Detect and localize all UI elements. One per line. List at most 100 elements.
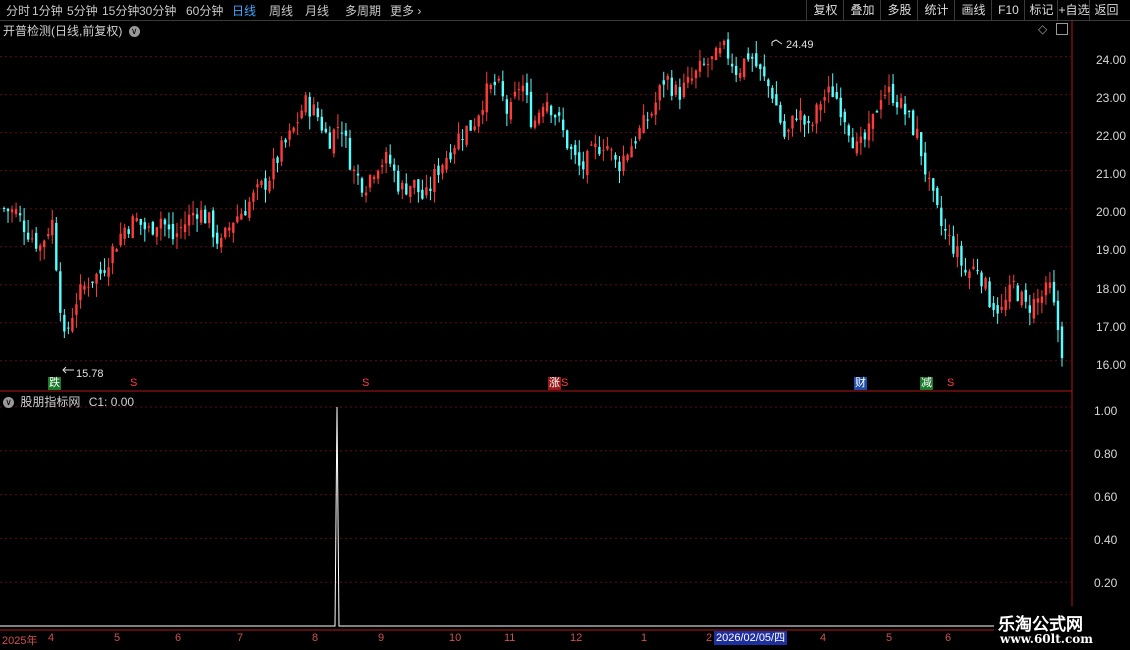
candle-body	[83, 285, 86, 290]
candle-body	[55, 222, 58, 271]
candle-body	[799, 110, 802, 121]
candle-body	[388, 154, 392, 164]
candle-body	[650, 113, 653, 116]
candle-body	[216, 232, 219, 244]
candle-body	[372, 176, 376, 180]
candle-body	[674, 84, 678, 96]
signal-marker[interactable]: S	[361, 377, 370, 390]
candle-body	[976, 270, 979, 272]
indicator-series	[0, 406, 1072, 627]
candle-body	[368, 175, 372, 188]
y-tick-label: 18.00	[1096, 282, 1127, 296]
candle-body	[738, 72, 742, 78]
candle-body	[694, 70, 698, 79]
candle-body	[501, 81, 505, 97]
candle-body	[356, 173, 360, 176]
candle-body	[533, 120, 537, 128]
candle-body	[658, 85, 661, 101]
candle-body	[827, 86, 830, 93]
candle-body	[940, 207, 943, 227]
candle-body	[95, 273, 98, 284]
candle-body	[682, 82, 686, 98]
candle-body	[835, 92, 838, 99]
candle-body	[956, 246, 959, 258]
candle-body	[863, 132, 867, 140]
candle-body	[292, 127, 295, 132]
candle-body	[690, 78, 694, 81]
candle-body	[614, 155, 617, 160]
signal-marker[interactable]: 财	[854, 377, 867, 390]
x-axis-label: 2025年	[2, 635, 38, 647]
candle-body	[143, 222, 146, 230]
candle-body	[195, 214, 199, 219]
candle-body	[722, 40, 726, 46]
x-axis-label: 4	[820, 632, 827, 644]
candle-body	[638, 128, 641, 140]
candle-body	[968, 271, 971, 279]
candle-body	[932, 178, 935, 191]
candle-body	[203, 209, 207, 224]
signal-marker[interactable]: S	[129, 377, 138, 390]
candle-body	[952, 236, 955, 254]
candle-body	[324, 128, 328, 133]
candle-body	[352, 169, 356, 172]
candle-body	[14, 209, 18, 215]
signal-marker[interactable]: S	[560, 377, 569, 390]
candle-body	[565, 130, 569, 149]
candle-body	[1048, 282, 1052, 289]
candle-body	[678, 87, 682, 100]
candle-body	[549, 105, 553, 116]
candle-body	[405, 183, 408, 195]
candle-body	[578, 152, 581, 166]
signal-marker[interactable]: 跌	[48, 377, 61, 390]
candle-body	[51, 219, 54, 236]
candle-body	[763, 66, 766, 77]
candle-body	[336, 127, 340, 129]
candle-body	[417, 179, 420, 193]
candle-body	[284, 139, 287, 143]
candle-body	[248, 201, 251, 218]
indicator-y-tick: 0.40	[1094, 533, 1118, 547]
candle-body	[557, 112, 561, 116]
candle-body	[509, 101, 513, 120]
x-axis-label: 4	[48, 632, 55, 644]
candle-body	[340, 132, 344, 134]
candle-body	[348, 137, 352, 170]
chevron-down-icon[interactable]: ∨	[3, 397, 14, 409]
candle-body	[686, 77, 690, 83]
candle-body	[879, 100, 883, 110]
high-annotation	[771, 39, 783, 46]
candle-body	[1004, 299, 1007, 311]
candle-body	[167, 224, 171, 230]
x-axis-label: 6	[175, 632, 182, 644]
candle-body	[964, 269, 967, 273]
candle-body	[791, 115, 794, 129]
candle-body	[1060, 326, 1064, 359]
candle-body	[288, 130, 291, 140]
x-axis-label: 8	[312, 632, 319, 644]
candle-body	[380, 165, 384, 168]
signal-marker[interactable]: 减	[920, 377, 933, 390]
indicator-y-tick: 1.00	[1094, 404, 1118, 418]
candle-body	[574, 144, 577, 156]
candle-body	[730, 63, 734, 67]
candle-body	[481, 110, 484, 115]
candle-body	[384, 151, 388, 164]
candle-body	[1016, 285, 1019, 301]
candle-body	[332, 129, 336, 154]
candle-body	[397, 170, 400, 192]
candle-body	[22, 220, 26, 233]
candle-body	[899, 98, 903, 108]
candle-body	[477, 115, 480, 127]
candle-body	[489, 84, 492, 90]
y-tick-label: 20.00	[1096, 205, 1127, 219]
candle-body	[980, 272, 983, 287]
candle-body	[312, 104, 315, 116]
x-axis-label: 7	[237, 632, 244, 644]
candle-body	[364, 192, 368, 196]
signal-marker[interactable]: S	[946, 377, 955, 390]
candle-body	[79, 284, 82, 301]
candle-body	[972, 266, 975, 270]
candle-body	[260, 180, 263, 186]
candle-body	[1036, 298, 1040, 303]
